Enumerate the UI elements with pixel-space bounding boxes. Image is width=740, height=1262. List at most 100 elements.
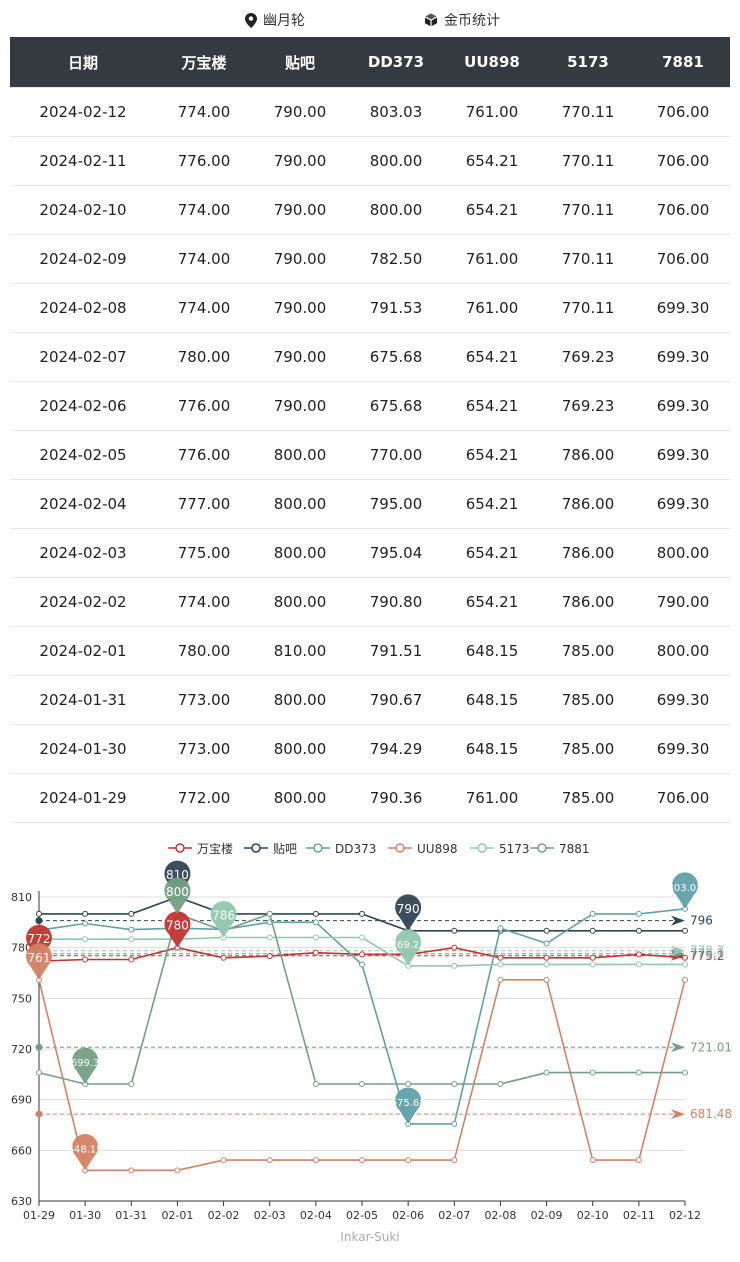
x-tick-label: 01-30 xyxy=(69,1209,101,1222)
average-label: 681.48 xyxy=(690,1107,732,1121)
column-header: 万宝楼 xyxy=(156,37,252,88)
pin-label: 780 xyxy=(166,919,189,933)
price-cell: 790.67 xyxy=(348,675,444,725)
data-point xyxy=(128,956,135,963)
price-cell: 786.00 xyxy=(540,577,636,627)
data-point xyxy=(405,1157,412,1164)
price-cell: 790.00 xyxy=(252,136,348,186)
table-row: 2024-02-07 780.00 790.00 675.68 654.21 769.23… xyxy=(10,332,730,382)
data-point xyxy=(359,961,365,968)
price-cell: 790.00 xyxy=(252,283,348,333)
price-cell: 785.00 xyxy=(540,675,636,725)
average-label: 721.01 xyxy=(690,1040,732,1054)
price-cell: 699.30 xyxy=(636,479,730,529)
data-point xyxy=(405,1080,412,1087)
data-point xyxy=(220,1157,227,1164)
watermark: Inkar-Suki xyxy=(340,1230,400,1244)
price-cell: 761.00 xyxy=(444,87,540,137)
x-tick-label: 02-04 xyxy=(300,1209,332,1222)
data-point xyxy=(82,956,89,963)
y-tick-label: 720 xyxy=(11,1043,32,1056)
data-point xyxy=(359,910,365,917)
price-cell: 790.00 xyxy=(252,234,348,284)
data-point xyxy=(451,1120,458,1127)
pin-label: 648.15 xyxy=(68,1144,103,1155)
x-tick-label: 02-12 xyxy=(669,1209,701,1222)
top-bar: 幽月轮 金币统计 xyxy=(0,0,740,38)
price-cell: 706.00 xyxy=(636,234,730,284)
data-point xyxy=(82,936,89,943)
price-cell: 699.30 xyxy=(636,675,730,725)
price-cell: 794.29 xyxy=(348,724,444,774)
table-row: 2024-02-06 776.00 790.00 675.68 654.21 769.23… xyxy=(10,381,730,431)
data-point xyxy=(312,1157,319,1164)
y-tick-label: 660 xyxy=(11,1144,32,1157)
legend-marker xyxy=(175,843,185,853)
data-point xyxy=(589,927,596,934)
table-row: 2024-02-05 776.00 800.00 770.00 654.21 786.00… xyxy=(10,430,730,480)
date-cell: 2024-02-05 xyxy=(10,430,156,480)
average-start-dot xyxy=(35,1110,43,1118)
data-point xyxy=(589,910,596,917)
price-cell: 775.00 xyxy=(156,528,252,578)
x-tick-label: 02-08 xyxy=(484,1209,516,1222)
table-row: 2024-02-12 774.00 790.00 803.03 761.00 770.11… xyxy=(10,87,730,137)
data-point xyxy=(128,936,135,943)
data-point xyxy=(128,910,135,917)
data-point xyxy=(497,961,504,968)
price-cell: 776.00 xyxy=(156,381,252,431)
price-cell: 785.00 xyxy=(540,626,636,676)
data-point xyxy=(589,1069,596,1076)
price-cell: 790.00 xyxy=(252,87,348,137)
price-cell: 772.00 xyxy=(156,773,252,823)
legend-label: 贴吧 xyxy=(273,842,297,856)
data-point xyxy=(359,1157,365,1164)
price-cell: 706.00 xyxy=(636,136,730,186)
price-cell: 773.00 xyxy=(156,675,252,725)
price-cell: 675.68 xyxy=(348,381,444,431)
data-point xyxy=(451,927,458,934)
table-row: 2024-02-02 774.00 800.00 790.80 654.21 786.00… xyxy=(10,577,730,627)
data-point xyxy=(82,920,89,927)
price-cell: 782.50 xyxy=(348,234,444,284)
cube-icon xyxy=(424,13,438,27)
price-cell: 773.00 xyxy=(156,724,252,774)
price-cell: 769.23 xyxy=(540,332,636,382)
data-point xyxy=(635,927,642,934)
data-point xyxy=(682,961,688,968)
data-point xyxy=(266,1157,273,1164)
pin-label: 675.68 xyxy=(391,1098,426,1109)
price-cell: 795.04 xyxy=(348,528,444,578)
price-cell: 776.00 xyxy=(156,430,252,480)
price-cell: 786.00 xyxy=(540,479,636,529)
date-cell: 2024-01-30 xyxy=(10,724,156,774)
legend-label: 5173 xyxy=(499,842,530,856)
table-row: 2024-02-10 774.00 790.00 800.00 654.21 770.11… xyxy=(10,185,730,235)
price-cell: 699.30 xyxy=(636,283,730,333)
x-tick-label: 01-31 xyxy=(115,1209,147,1222)
price-cell: 790.80 xyxy=(348,577,444,627)
server-label-group: 幽月轮 xyxy=(245,10,305,30)
data-point xyxy=(128,1167,135,1174)
price-cell: 761.00 xyxy=(444,234,540,284)
pin-label: 800 xyxy=(166,885,189,899)
price-cell: 699.30 xyxy=(636,381,730,431)
price-cell: 654.21 xyxy=(444,332,540,382)
column-header: DD373 xyxy=(348,37,444,88)
data-point xyxy=(497,976,504,983)
date-cell: 2024-02-06 xyxy=(10,381,156,431)
price-cell: 774.00 xyxy=(156,185,252,235)
average-start-dot xyxy=(35,1043,43,1051)
price-cell: 791.53 xyxy=(348,283,444,333)
price-cell: 803.03 xyxy=(348,87,444,137)
data-point xyxy=(359,951,365,958)
legend-label: UU898 xyxy=(417,842,457,856)
price-cell: 790.00 xyxy=(252,332,348,382)
data-point xyxy=(635,910,642,917)
legend-label: 7881 xyxy=(559,842,590,856)
data-point xyxy=(36,910,42,917)
stats-label: 金币统计 xyxy=(444,13,500,29)
data-point xyxy=(543,961,550,968)
data-point xyxy=(635,1157,642,1164)
data-point xyxy=(635,951,642,958)
